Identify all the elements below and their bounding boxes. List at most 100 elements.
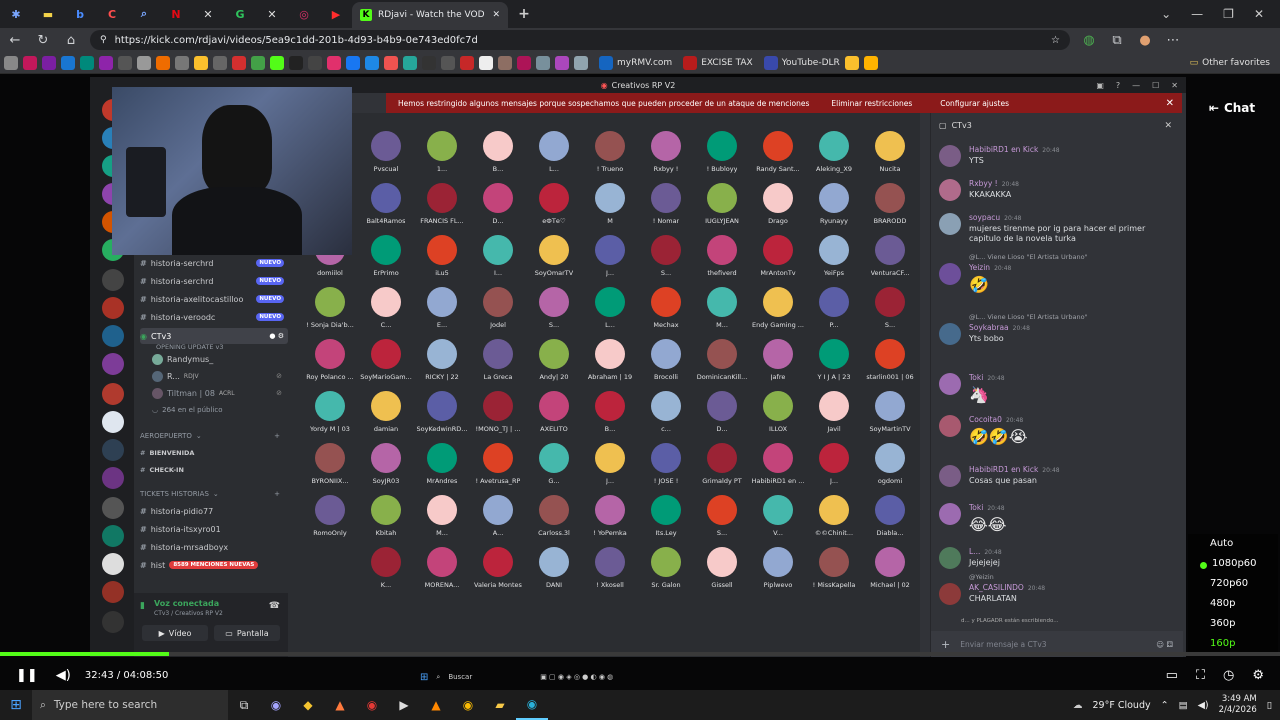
tab-favicon[interactable]: ▶ [320,0,352,28]
help-icon[interactable]: ? [1116,81,1120,90]
audience-member[interactable]: ©©Chinit... [806,495,862,547]
audience-member[interactable]: damian [358,391,414,443]
add-attachment-icon[interactable]: + [941,638,950,651]
maximize-icon[interactable]: ☐ [1152,81,1159,90]
audience-member[interactable]: Balt4Ramos [358,183,414,235]
task-view-icon[interactable]: ⧉ [228,690,260,720]
bookmark-icon[interactable] [479,55,493,70]
audience-member[interactable]: BYRONIIX... [302,443,358,495]
bookmark-icon[interactable] [498,55,512,70]
quality-option[interactable]: 480p [1210,598,1235,609]
disconnect-icon[interactable]: ☎ [269,601,280,611]
audience-member[interactable]: S... [862,287,918,339]
audience-member[interactable]: Its.Ley [638,495,694,547]
avatar[interactable] [939,213,961,235]
message-author[interactable]: L... 20:48 [969,547,1002,556]
audience-member[interactable]: ! MissKapella [806,547,862,599]
bookmark-icon[interactable] [194,55,208,70]
audience-member[interactable]: Grimaldy PT [694,443,750,495]
audience-member[interactable]: Endy Gaming ... [750,287,806,339]
audience-member[interactable]: K... [358,547,414,599]
audience-member[interactable]: Carloss.3l [526,495,582,547]
seek-bar[interactable] [0,652,1280,656]
close-tab-icon[interactable]: ✕ [492,10,500,20]
audience-member[interactable]: HabibiRD1 en ... [750,443,806,495]
tab-favicon[interactable]: N [160,0,192,28]
audience-member[interactable]: ogdomi [862,443,918,495]
settings-gear-icon[interactable]: ⚙ [1252,668,1264,683]
file-explorer-icon[interactable]: ▰ [484,690,516,720]
audience-member[interactable]: RICKY | 22 [414,339,470,391]
audience-member[interactable]: starlin001 | 06 [862,339,918,391]
bookmark-icon[interactable] [555,55,569,70]
quality-option[interactable]: 360p [1210,618,1235,629]
bookmark-icon[interactable] [156,55,170,70]
reload-icon[interactable]: ↻ [34,33,52,48]
channel-item[interactable]: # historia-pidio77 [140,503,288,519]
audience-member[interactable]: Michael | 02 [862,547,918,599]
audience-member[interactable]: Rxbyy ! [638,131,694,183]
tab-favicon[interactable]: ⌕ [128,0,160,28]
audience-member[interactable]: FRANCIS FL... [414,183,470,235]
bookmark-icon[interactable] [23,55,37,70]
audience-member[interactable]: SoyMartinTV [862,391,918,443]
audience-member[interactable]: c... [638,391,694,443]
bookmark-icon[interactable] [863,55,878,70]
bookmark-icon[interactable] [137,55,151,70]
remove-restrictions-link[interactable]: Eliminar restricciones [831,99,912,108]
audience-member[interactable]: IUGLYJEAN [694,183,750,235]
message-author[interactable]: Toki 20:48 [969,503,1005,512]
bookmark-icon[interactable] [61,55,75,70]
site-info-icon[interactable]: ⚲ [100,35,107,45]
audience-member[interactable]: Javil [806,391,862,443]
channel-item[interactable]: # historia-mrsadboyx [140,539,288,555]
speed-icon[interactable]: ◷ [1223,668,1234,683]
audience-member[interactable]: Y I J A | 23 [806,339,862,391]
audience-member[interactable]: Diabla... [862,495,918,547]
weather-text[interactable]: 29°F Cloudy [1093,700,1151,711]
audience-member[interactable]: C... [358,287,414,339]
reply-preview[interactable]: @L... Viene Lioso "El Artista Urbano" [969,253,1088,261]
network-icon[interactable]: ▤ [1179,700,1188,711]
add-channel-icon[interactable]: + [274,490,280,498]
audience-member[interactable]: I... [470,235,526,287]
audience-member[interactable]: S... [638,235,694,287]
tab-favicon[interactable]: G [224,0,256,28]
extensions-icon[interactable]: ◍ [1080,33,1098,48]
taskbar-search[interactable]: ⌕ Type here to search [32,690,228,720]
channel-check-in[interactable]: # CHECK-IN [140,462,288,478]
puzzle-icon[interactable]: ⧉ [1108,33,1126,48]
audience-member[interactable]: G... [526,443,582,495]
fullscreen-icon[interactable]: ⛶ [1196,668,1205,683]
tab-favicon[interactable]: ✕ [256,0,288,28]
bookmark-icon[interactable] [270,55,284,70]
server-icon[interactable] [102,297,124,319]
audience-member[interactable]: D... [470,183,526,235]
bookmark-icon[interactable] [441,55,455,70]
avatar[interactable] [939,263,961,285]
audience-member[interactable]: La Greca [470,339,526,391]
volume-icon[interactable]: ◀) [56,668,71,683]
audience-member[interactable]: D... [694,391,750,443]
tab-favicon[interactable]: b [64,0,96,28]
audience-member[interactable]: ! Trueno [582,131,638,183]
audience-member[interactable]: Randy Sant... [750,131,806,183]
add-channel-icon[interactable]: + [274,432,280,440]
audience-member[interactable]: ! Xkosell [582,547,638,599]
audience-member[interactable]: B... [470,131,526,183]
close-banner-icon[interactable]: ✕ [1166,98,1174,109]
audience-member[interactable]: Roy Polanco ... [302,339,358,391]
audience-member[interactable]: DominicanKill... [694,339,750,391]
audience-member[interactable]: MORENA... [414,547,470,599]
audience-member[interactable]: DANI [526,547,582,599]
bookmark-icon[interactable] [327,55,341,70]
menu-icon[interactable]: ⋯ [1164,33,1182,48]
channel-item[interactable]: # historia-veroodc NUEVO [140,309,288,325]
message-author[interactable]: Cocoita0 20:48 [969,415,1023,424]
message-author[interactable]: Rxbyy ! 20:48 [969,179,1019,188]
audience-member[interactable]: Piplwevo [750,547,806,599]
server-icon[interactable] [102,439,124,461]
configure-settings-link[interactable]: Configurar ajustes [940,99,1009,108]
bookmark-icon[interactable] [536,55,550,70]
tab-favicon[interactable]: ✕ [192,0,224,28]
